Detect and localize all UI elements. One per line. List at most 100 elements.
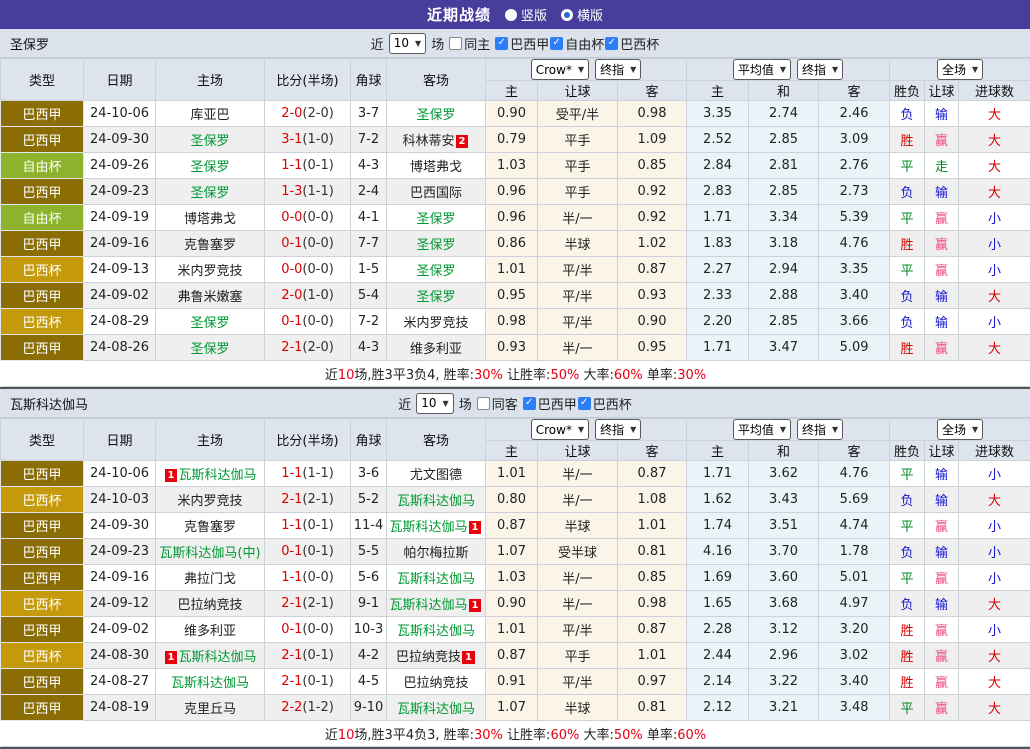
- team-label: 瓦斯科达伽马: [397, 494, 475, 509]
- home-team-cell: 圣保罗: [156, 127, 265, 153]
- guest-odds-cell: 0.81: [618, 539, 687, 565]
- league-filter-label: 巴西甲: [538, 394, 577, 413]
- summary-segment: 50%: [614, 728, 643, 743]
- checkbox-icon[interactable]: ✓: [578, 397, 591, 410]
- host-odds-cell: 0.91: [486, 669, 538, 695]
- team-label: 圣保罗: [416, 290, 455, 305]
- date-cell: 24-08-29: [84, 309, 156, 335]
- team-label: 博塔弗戈: [410, 160, 462, 175]
- team-section-bar: 圣保罗 近 10▼ 场 同主 ✓巴西甲✓自由杯✓巴西杯: [0, 29, 1030, 58]
- odds-stage-select[interactable]: 终指▼: [595, 59, 641, 80]
- avg-draw-cell: 2.88: [749, 283, 819, 309]
- wdl-result-cell: 平: [890, 565, 925, 591]
- match-row: 巴西甲24-09-02维多利亚0-1(0-0)10-3瓦斯科达伽马1.01平/半…: [1, 617, 1030, 643]
- team-label: 帕尔梅拉斯: [403, 546, 468, 561]
- league-badge: 巴西甲: [1, 669, 84, 695]
- home-team-cell: 维多利亚: [156, 617, 265, 643]
- corner-cell: 9-1: [351, 591, 387, 617]
- handicap-result-cell: 输: [925, 487, 959, 513]
- recent-count-select[interactable]: 10▼: [416, 393, 453, 414]
- avg-stage-select[interactable]: 终指▼: [797, 59, 843, 80]
- league-filter[interactable]: ✓巴西甲: [495, 34, 549, 53]
- halftime-score: (0-1): [302, 518, 333, 533]
- fulltime-score: 0-1: [281, 236, 302, 251]
- wdl-result-cell: 胜: [890, 127, 925, 153]
- radio-icon[interactable]: [561, 9, 573, 21]
- avg-stage-select[interactable]: 终指▼: [797, 419, 843, 440]
- handicap-cell: 平/半: [538, 617, 618, 643]
- checkbox-icon[interactable]: ✓: [523, 397, 536, 410]
- avg-draw-cell: 3.22: [749, 669, 819, 695]
- checkbox-icon[interactable]: ✓: [550, 37, 563, 50]
- same-venue-filter[interactable]: 同主: [449, 34, 490, 53]
- red-card-badge: 1: [462, 651, 475, 664]
- goals-result-cell: 小: [959, 205, 1030, 231]
- handicap-cell: 平/半: [538, 283, 618, 309]
- date-cell: 24-09-30: [84, 513, 156, 539]
- league-filter[interactable]: ✓自由杯: [550, 34, 604, 53]
- avg-select[interactable]: 平均值▼: [733, 419, 791, 440]
- layout-radio-option[interactable]: 横版: [561, 5, 603, 24]
- league-filter[interactable]: ✓巴西甲: [523, 394, 577, 413]
- team-label: 科林蒂安: [403, 134, 455, 149]
- avg-host-cell: 1.71: [687, 205, 749, 231]
- col-wdl: 胜负: [890, 441, 925, 461]
- wdl-result-cell: 胜: [890, 643, 925, 669]
- league-badge: 巴西杯: [1, 257, 84, 283]
- checkbox-icon[interactable]: [477, 397, 490, 410]
- radio-icon[interactable]: [505, 9, 517, 21]
- match-row: 巴西甲24-09-30圣保罗3-1(1-0)7-2科林蒂安20.79平手1.09…: [1, 127, 1030, 153]
- avg-guest-cell: 4.76: [819, 231, 890, 257]
- team-label: 圣保罗: [190, 134, 229, 149]
- host-odds-cell: 0.80: [486, 487, 538, 513]
- recent-results-page: 近期战绩 竖版横版 圣保罗 近 10▼ 场 同主 ✓巴西甲✓自由杯✓巴西杯 类型…: [0, 0, 1030, 749]
- guest-odds-cell: 0.85: [618, 153, 687, 179]
- goals-result-cell: 大: [959, 643, 1030, 669]
- avg-draw-cell: 2.96: [749, 643, 819, 669]
- checkbox-icon[interactable]: [449, 37, 462, 50]
- team-label: 维多利亚: [184, 624, 236, 639]
- checkbox-icon[interactable]: ✓: [495, 37, 508, 50]
- host-odds-cell: 0.79: [486, 127, 538, 153]
- layout-radio-label: 竖版: [521, 5, 547, 24]
- checkbox-icon[interactable]: ✓: [605, 37, 618, 50]
- handicap-cell: 平/半: [538, 309, 618, 335]
- team-label: 圣保罗: [416, 108, 455, 123]
- corner-cell: 5-2: [351, 487, 387, 513]
- date-cell: 24-10-03: [84, 487, 156, 513]
- wdl-result-cell: 胜: [890, 669, 925, 695]
- summary-segment: 30%: [474, 368, 503, 383]
- summary-segment: 50%: [550, 368, 579, 383]
- avg-host-cell: 1.65: [687, 591, 749, 617]
- team-section-1: 圣保罗 近 10▼ 场 同主 ✓巴西甲✓自由杯✓巴西杯 类型 日期 主场 比分(…: [0, 29, 1030, 389]
- corner-cell: 1-5: [351, 257, 387, 283]
- league-filter[interactable]: ✓巴西杯: [605, 34, 659, 53]
- avg-select[interactable]: 平均值▼: [733, 59, 791, 80]
- handicap-cell: 平/半: [538, 669, 618, 695]
- fulltime-score: 1-1: [281, 570, 302, 585]
- corner-cell: 3-7: [351, 101, 387, 127]
- avg-host-cell: 2.14: [687, 669, 749, 695]
- col-home: 主场: [156, 419, 265, 461]
- bookmaker-select[interactable]: Crow*▼: [531, 59, 589, 80]
- corner-cell: 3-6: [351, 461, 387, 487]
- recent-count-select[interactable]: 10▼: [389, 33, 426, 54]
- halftime-score: (0-0): [302, 570, 333, 585]
- avg-host-cell: 1.71: [687, 335, 749, 361]
- col-away: 客场: [387, 419, 486, 461]
- match-row: 巴西甲24-10-061瓦斯科达伽马1-1(1-1)3-6尤文图德1.01半/一…: [1, 461, 1030, 487]
- away-team-cell: 圣保罗: [387, 101, 486, 127]
- odds-stage-select[interactable]: 终指▼: [595, 419, 641, 440]
- host-odds-cell: 1.01: [486, 461, 538, 487]
- goals-result-cell: 大: [959, 669, 1030, 695]
- same-venue-filter[interactable]: 同客: [477, 394, 518, 413]
- bookmaker-select[interactable]: Crow*▼: [531, 419, 589, 440]
- away-team-cell: 尤文图德: [387, 461, 486, 487]
- home-team-cell: 米内罗竞技: [156, 487, 265, 513]
- fullmatch-select[interactable]: 全场▼: [937, 59, 983, 80]
- fullmatch-select[interactable]: 全场▼: [937, 419, 983, 440]
- league-filter[interactable]: ✓巴西杯: [578, 394, 632, 413]
- col-avg-guest: 客: [819, 441, 890, 461]
- summary-segment: 让胜率:: [503, 368, 551, 383]
- layout-radio-option[interactable]: 竖版: [505, 5, 547, 24]
